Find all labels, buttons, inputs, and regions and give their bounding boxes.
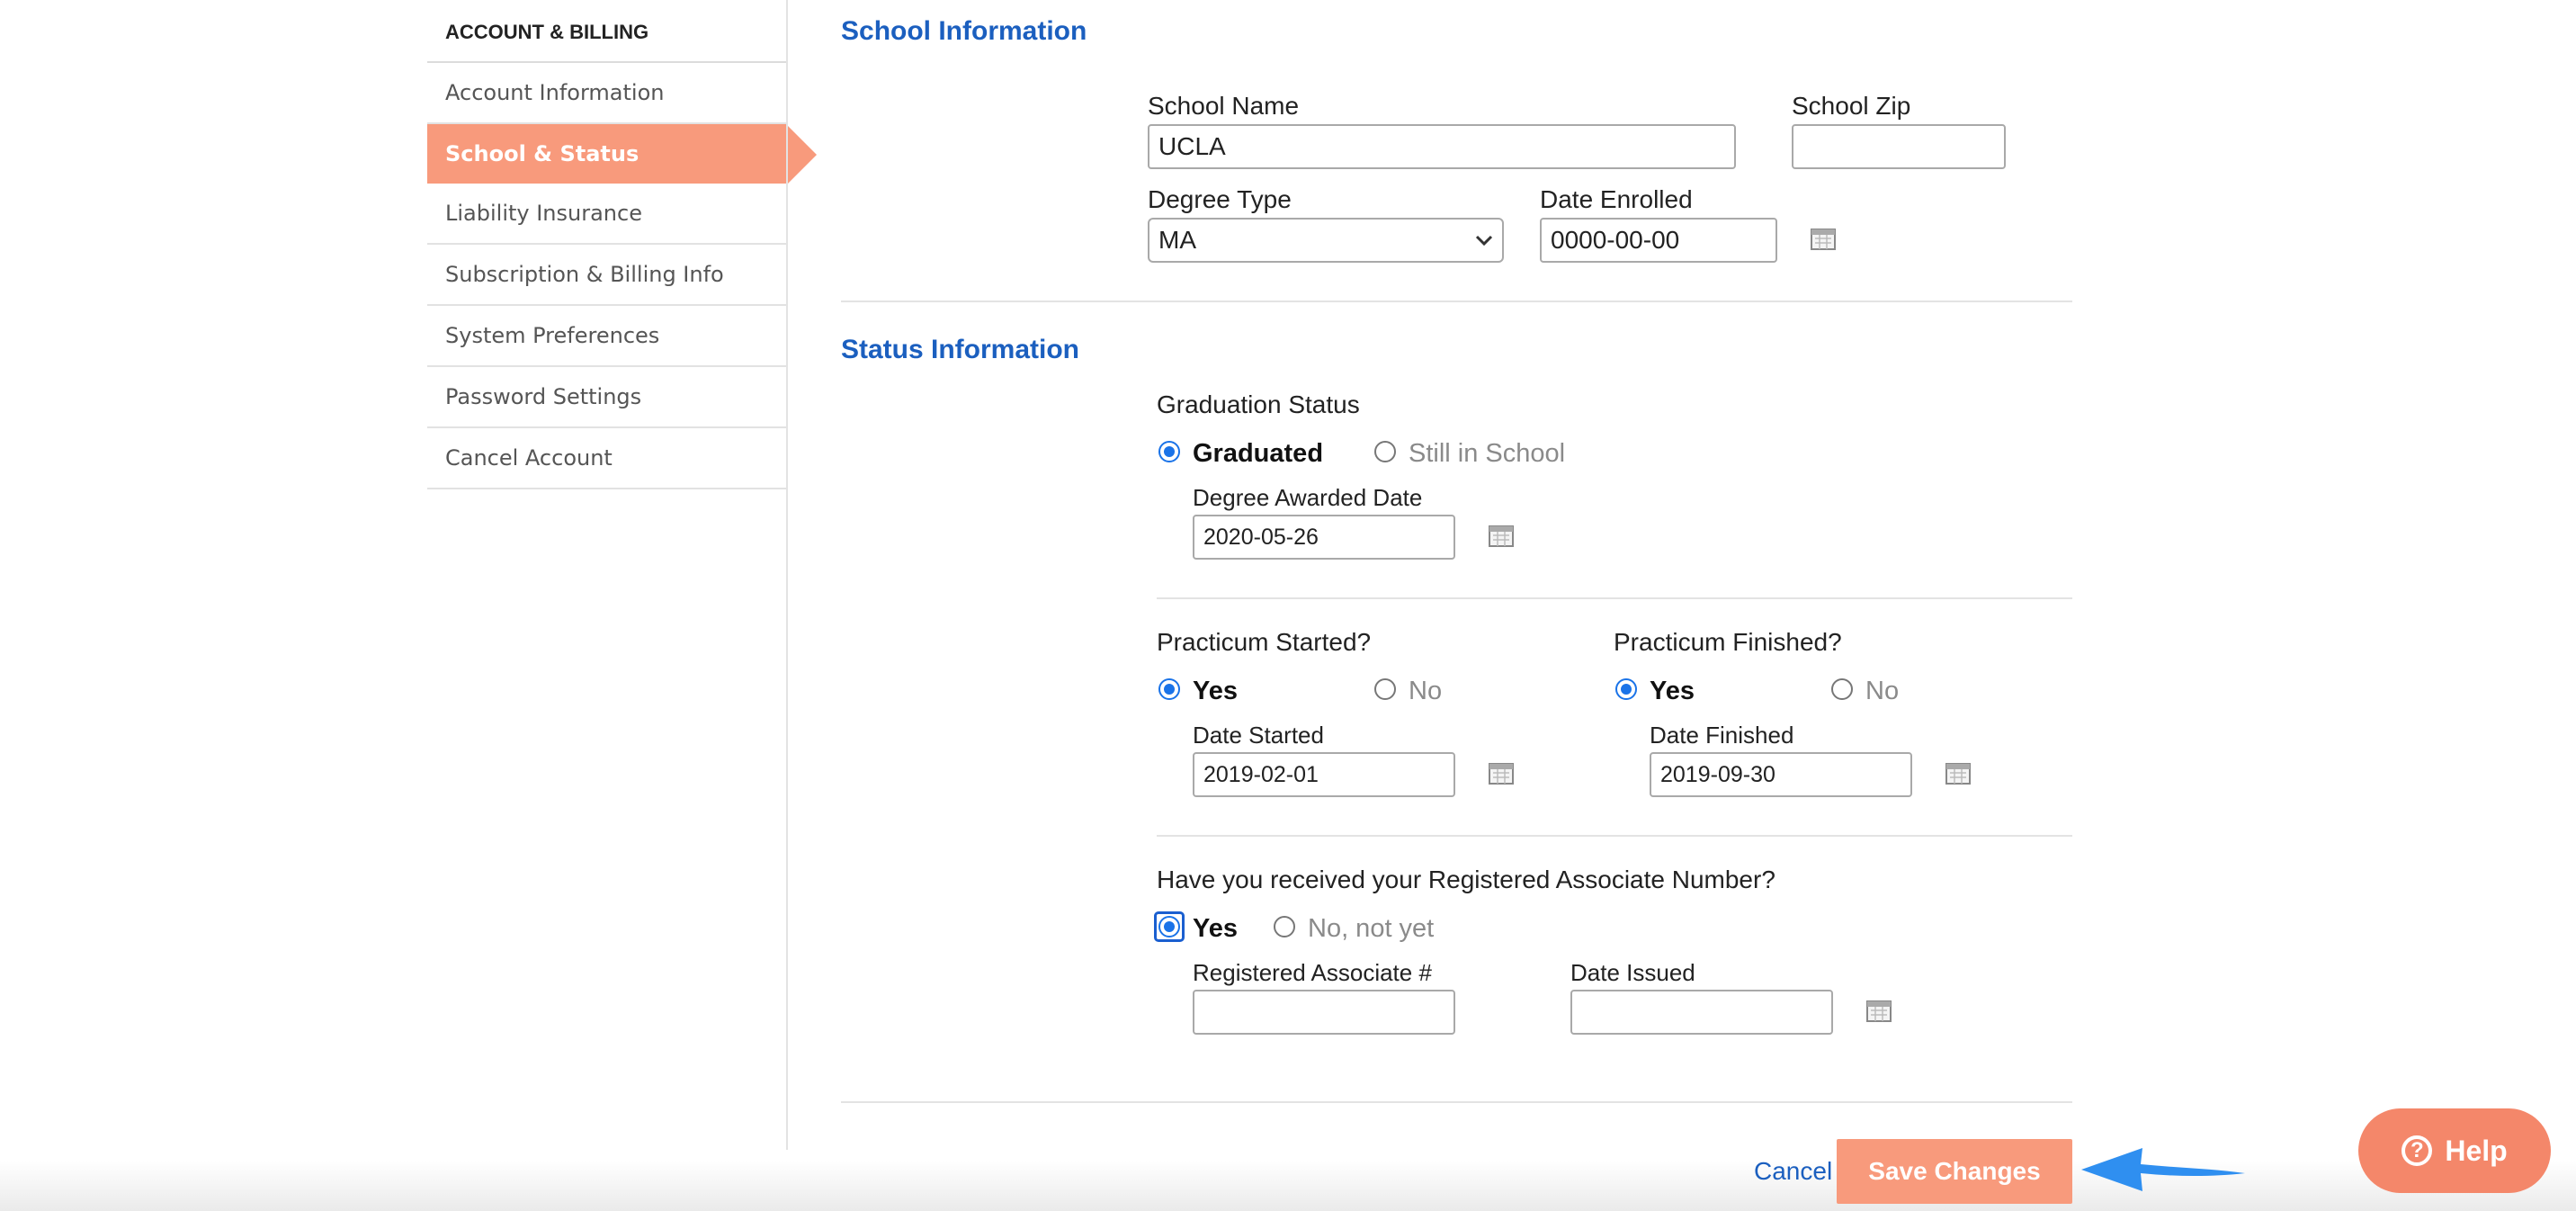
sidebar: ACCOUNT & BILLING Account Information Sc… <box>427 0 817 489</box>
degree-type-select[interactable]: MA <box>1148 218 1504 263</box>
section-divider <box>841 1101 2072 1103</box>
graduated-radio[interactable] <box>1158 441 1180 462</box>
section-divider <box>841 301 2072 302</box>
sidebar-item-subscription-billing[interactable]: Subscription & Billing Info <box>427 245 786 306</box>
still-in-school-label: Still in School <box>1409 439 1566 468</box>
school-name-label: School Name <box>1148 92 1300 120</box>
date-finished-label: Date Finished <box>1650 722 1794 749</box>
arrow-left-icon <box>2081 1148 2245 1191</box>
registered-yes-label: Yes <box>1193 914 1238 943</box>
calendar-icon[interactable] <box>1811 227 1836 250</box>
save-changes-button[interactable]: Save Changes <box>1837 1139 2072 1204</box>
graduated-label: Graduated <box>1193 439 1324 468</box>
chevron-down-icon <box>1475 235 1493 247</box>
subsection-divider <box>1157 597 2072 599</box>
sidebar-item-password-settings[interactable]: Password Settings <box>427 367 786 428</box>
degree-type-value: MA <box>1158 226 1196 254</box>
date-issued-label: Date Issued <box>1570 959 1695 986</box>
registered-number-label: Registered Associate # <box>1193 959 1432 986</box>
degree-awarded-date-input[interactable]: 2020-05-26 <box>1193 515 1455 560</box>
practicum-finished-yes-label: Yes <box>1650 677 1695 705</box>
registered-no-label: No, not yet <box>1308 914 1435 943</box>
sidebar-item-account-information[interactable]: Account Information <box>427 63 786 124</box>
help-label: Help <box>2445 1134 2508 1167</box>
calendar-icon[interactable] <box>1489 761 1514 785</box>
cancel-link[interactable]: Cancel <box>1754 1157 1832 1186</box>
practicum-finished-no-radio[interactable] <box>1831 678 1853 700</box>
date-enrolled-input[interactable]: 0000-00-00 <box>1540 218 1777 263</box>
date-issued-input[interactable] <box>1570 990 1833 1035</box>
date-started-input[interactable]: 2019-02-01 <box>1193 752 1455 797</box>
subsection-divider <box>1157 835 2072 837</box>
practicum-started-no-label: No <box>1409 677 1443 705</box>
sidebar-item-cancel-account[interactable]: Cancel Account <box>427 428 786 489</box>
date-finished-input[interactable]: 2019-09-30 <box>1650 752 1912 797</box>
sidebar-item-system-preferences[interactable]: System Preferences <box>427 306 786 367</box>
calendar-icon[interactable] <box>1945 761 1971 785</box>
status-information-title: Status Information <box>841 335 1080 364</box>
date-enrolled-label: Date Enrolled <box>1540 185 1693 213</box>
question-icon: ? <box>2402 1135 2433 1166</box>
practicum-finished-label: Practicum Finished? <box>1614 628 1842 656</box>
practicum-finished-no-label: No <box>1865 677 1900 705</box>
calendar-icon[interactable] <box>1866 999 1892 1022</box>
practicum-finished-yes-radio[interactable] <box>1615 678 1637 700</box>
calendar-icon[interactable] <box>1489 524 1514 547</box>
school-zip-input[interactable] <box>1792 124 2006 169</box>
practicum-started-no-radio[interactable] <box>1374 678 1396 700</box>
sidebar-item-liability-insurance[interactable]: Liability Insurance <box>427 184 786 245</box>
registered-yes-radio[interactable] <box>1158 916 1180 937</box>
registered-number-input[interactable] <box>1193 990 1455 1035</box>
degree-awarded-date-label: Degree Awarded Date <box>1193 484 1423 511</box>
date-started-label: Date Started <box>1193 722 1324 749</box>
practicum-started-yes-radio[interactable] <box>1158 678 1180 700</box>
degree-type-label: Degree Type <box>1148 185 1292 213</box>
registered-no-radio[interactable] <box>1274 916 1295 937</box>
sidebar-divider <box>786 0 788 1150</box>
school-name-input[interactable]: UCLA <box>1148 124 1736 169</box>
sidebar-heading: ACCOUNT & BILLING <box>427 0 786 63</box>
school-information-title: School Information <box>841 16 1087 46</box>
sidebar-item-school-status-information[interactable]: School & Status Information <box>427 124 817 226</box>
registered-associate-question: Have you received your Registered Associ… <box>1157 866 1775 893</box>
practicum-started-label: Practicum Started? <box>1157 628 1372 656</box>
still-in-school-radio[interactable] <box>1374 441 1396 462</box>
graduation-status-label: Graduation Status <box>1157 390 1360 418</box>
practicum-started-yes-label: Yes <box>1193 677 1238 705</box>
school-zip-label: School Zip <box>1792 92 1911 120</box>
help-button[interactable]: ? Help <box>2358 1108 2551 1193</box>
